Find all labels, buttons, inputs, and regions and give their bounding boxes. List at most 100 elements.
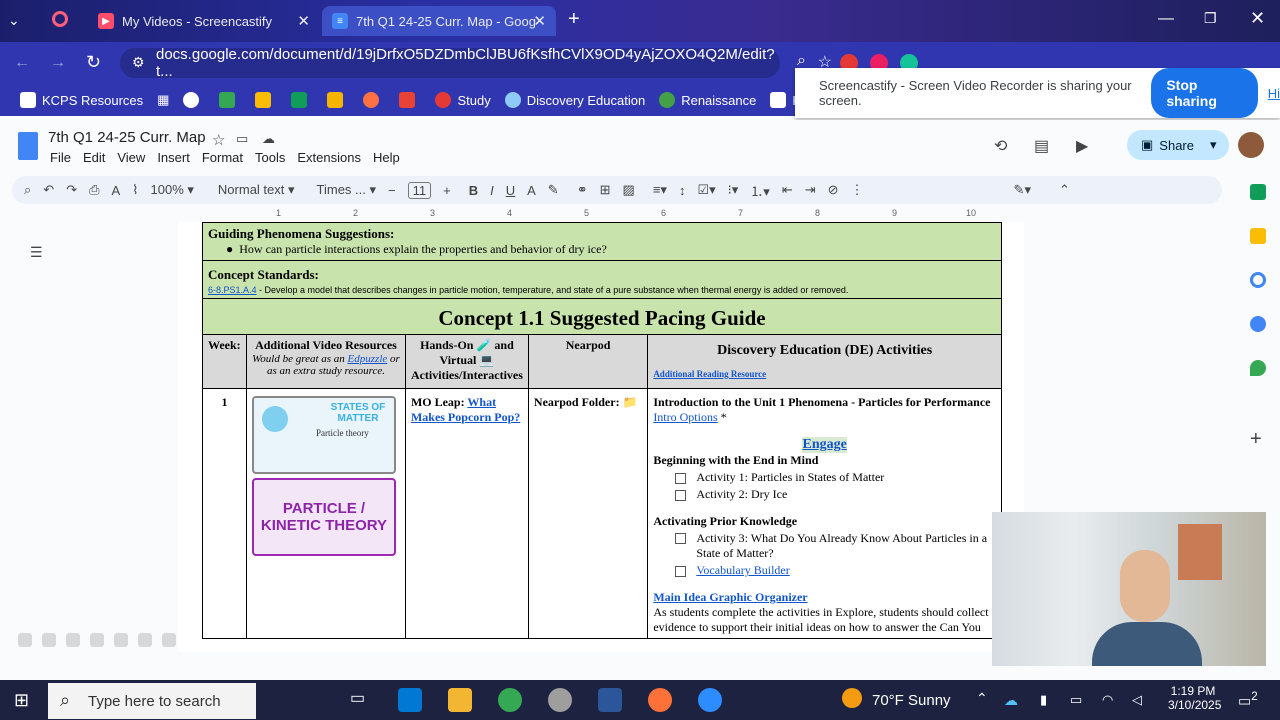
ruler[interactable]: 1 2 3 4 5 6 7 8 9 10 bbox=[178, 208, 1003, 222]
slides-icon[interactable] bbox=[327, 92, 349, 108]
print-icon[interactable]: ⎙ bbox=[89, 182, 99, 198]
restore-icon[interactable]: ❐ bbox=[1204, 10, 1217, 27]
checkbox[interactable] bbox=[675, 489, 687, 501]
decrease-size-icon[interactable]: − bbox=[388, 183, 396, 198]
spellcheck-icon[interactable]: A bbox=[112, 183, 121, 198]
record-control-icon[interactable] bbox=[18, 633, 32, 647]
outdent-icon[interactable]: ⇤ bbox=[782, 182, 793, 198]
engage-heading[interactable]: Engage bbox=[802, 437, 847, 453]
comment-icon[interactable]: ⊞ bbox=[600, 182, 611, 198]
bullets-icon[interactable]: ⁝▾ bbox=[728, 182, 739, 198]
taskbar-search[interactable]: ⌕ Type here to search bbox=[48, 683, 256, 719]
cursor-icon[interactable] bbox=[114, 633, 128, 647]
outline-icon[interactable]: ☰ bbox=[30, 244, 43, 261]
checkbox[interactable] bbox=[675, 472, 687, 484]
kinetic-theory-thumbnail[interactable]: PARTICLE / KINETIC THEORY bbox=[251, 478, 396, 556]
site-info-icon[interactable]: ⚙ bbox=[132, 54, 145, 71]
activity-3[interactable]: Activity 3: What Do You Already Know Abo… bbox=[675, 531, 996, 561]
clear-format-icon[interactable]: ⊘ bbox=[828, 182, 839, 198]
keep-icon[interactable] bbox=[1250, 228, 1266, 244]
firefox-icon[interactable] bbox=[648, 688, 672, 712]
de-cell[interactable]: Introduction to the Unit 1 Phenomena - P… bbox=[647, 388, 1002, 639]
delete-icon[interactable] bbox=[90, 633, 104, 647]
clock[interactable]: 1:19 PM 3/10/2025 bbox=[1168, 684, 1221, 712]
close-icon[interactable]: ✕ bbox=[297, 12, 310, 30]
apps-grid-icon[interactable]: ▦ bbox=[157, 92, 169, 108]
share-button[interactable]: ▣ Share ▾ bbox=[1127, 130, 1229, 160]
minimize-icon[interactable]: — bbox=[1158, 10, 1174, 28]
close-window-icon[interactable]: ✕ bbox=[1250, 8, 1265, 29]
line-spacing-icon[interactable]: ↕ bbox=[679, 183, 686, 198]
forward-icon[interactable]: → bbox=[50, 54, 66, 72]
font-size-input[interactable]: 11 bbox=[407, 181, 432, 199]
bookmark-discovery[interactable]: Discovery Education bbox=[504, 92, 645, 108]
new-tab-button[interactable]: + bbox=[568, 8, 580, 31]
google-icon[interactable] bbox=[183, 92, 205, 108]
drive-icon[interactable] bbox=[255, 92, 277, 108]
pen-icon[interactable] bbox=[138, 633, 152, 647]
windows-start-icon[interactable]: ⊞ bbox=[14, 690, 29, 711]
standard-link[interactable]: 6-8.PS1.A.4 bbox=[208, 285, 257, 295]
menu-file[interactable]: File bbox=[50, 150, 71, 165]
volume-icon[interactable]: ◁ bbox=[1132, 692, 1142, 708]
header-week[interactable]: Week: bbox=[202, 334, 247, 389]
undo-icon[interactable]: ↶ bbox=[43, 182, 54, 198]
sheets-icon[interactable] bbox=[291, 92, 313, 108]
menu-extensions[interactable]: Extensions bbox=[297, 150, 361, 165]
weather-icon[interactable] bbox=[842, 688, 862, 708]
menu-edit[interactable]: Edit bbox=[83, 150, 105, 165]
close-icon[interactable]: ✕ bbox=[533, 12, 546, 30]
tasks-icon[interactable] bbox=[1250, 272, 1266, 288]
guiding-cell[interactable]: Guiding Phenomena Suggestions: ● How can… bbox=[202, 222, 1002, 261]
snipping-icon[interactable] bbox=[548, 688, 572, 712]
pacing-title[interactable]: Concept 1.1 Suggested Pacing Guide bbox=[202, 298, 1002, 335]
star-icon[interactable]: ☆ bbox=[212, 131, 225, 149]
hands-on-cell[interactable]: MO Leap: What Makes Popcorn Pop? bbox=[404, 388, 529, 639]
underline-icon[interactable]: U bbox=[506, 183, 515, 198]
menu-view[interactable]: View bbox=[117, 150, 145, 165]
checklist-icon[interactable]: ☑▾ bbox=[697, 182, 715, 198]
image-icon[interactable]: ▨ bbox=[623, 182, 635, 198]
redo-icon[interactable]: ↷ bbox=[66, 182, 77, 198]
chrome-icon[interactable] bbox=[498, 688, 522, 712]
battery-icon[interactable]: ▭ bbox=[1070, 692, 1082, 708]
link-icon[interactable]: ⚭ bbox=[577, 182, 588, 198]
italic-icon[interactable]: I bbox=[490, 183, 494, 198]
bookmark-study[interactable]: Study bbox=[435, 92, 491, 108]
indent-icon[interactable]: ⇥ bbox=[805, 182, 816, 198]
webcam-overlay[interactable] bbox=[992, 512, 1266, 666]
onedrive-icon[interactable]: ☁ bbox=[1004, 692, 1018, 709]
zoom-select[interactable]: 100% ▾ bbox=[151, 182, 194, 198]
header-nearpod[interactable]: Nearpod bbox=[527, 334, 649, 389]
menu-insert[interactable]: Insert bbox=[157, 150, 190, 165]
header-video[interactable]: Additional Video Resources Would be grea… bbox=[245, 334, 406, 389]
header-hands-on[interactable]: Hands-On 🧪 and Virtual 💻 Activities/Inte… bbox=[404, 334, 529, 389]
classroom-icon[interactable] bbox=[219, 92, 241, 108]
activity-2[interactable]: Activity 2: Dry Ice bbox=[675, 487, 996, 502]
highlight-icon[interactable]: ✎ bbox=[548, 182, 559, 198]
menu-tools[interactable]: Tools bbox=[255, 150, 285, 165]
week-cell[interactable]: 1 bbox=[202, 388, 247, 639]
chevron-down-icon[interactable]: ▾ bbox=[1210, 137, 1217, 153]
task-view-icon[interactable]: ▭ bbox=[350, 688, 374, 712]
comments-icon[interactable]: ▤ bbox=[1034, 136, 1049, 156]
pause-icon[interactable] bbox=[42, 633, 56, 647]
maps-icon[interactable] bbox=[1250, 360, 1266, 376]
menu-help[interactable]: Help bbox=[373, 150, 400, 165]
states-of-matter-thumbnail[interactable]: STATES OF MATTER Particle theory bbox=[251, 396, 396, 474]
wifi-icon[interactable]: ◠ bbox=[1102, 692, 1113, 708]
header-de[interactable]: Discovery Education (DE) Activities Addi… bbox=[647, 334, 1002, 389]
contacts-icon[interactable] bbox=[1250, 316, 1266, 332]
main-idea-link[interactable]: Main Idea Graphic Organizer bbox=[653, 590, 996, 605]
edpuzzle-link[interactable]: Edpuzzle bbox=[348, 353, 388, 365]
increase-size-icon[interactable]: + bbox=[443, 183, 451, 198]
extension-bookmark-icon[interactable] bbox=[363, 92, 385, 108]
text-color-icon[interactable]: A bbox=[527, 183, 536, 198]
meet-icon[interactable]: ▶ bbox=[1076, 136, 1088, 156]
back-icon[interactable]: ← bbox=[14, 54, 30, 72]
outlook-icon[interactable] bbox=[398, 688, 422, 712]
video-cell[interactable]: STATES OF MATTER Particle theory PARTICL… bbox=[245, 388, 406, 639]
reload-icon[interactable]: ↻ bbox=[86, 52, 101, 73]
collapse-icon[interactable]: ⌃ bbox=[1059, 182, 1070, 198]
more-icon[interactable]: ⋮ bbox=[851, 182, 864, 198]
